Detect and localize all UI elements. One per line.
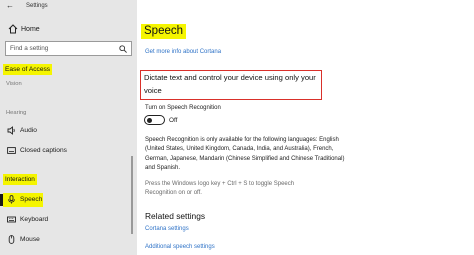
toggle-knob [147, 117, 152, 123]
availability-note: Speech Recognition is only available for… [145, 137, 345, 171]
shortcut-hint: Press the Windows logo key + Ctrl + S to… [145, 181, 295, 197]
title-bar: ← Settings [0, 0, 137, 12]
sidebar-item-speech[interactable]: Speech [0, 193, 137, 207]
sidebar-item-label: Closed captions [20, 147, 67, 154]
sidebar-item-label: Speech [20, 196, 43, 203]
sidebar: ← Settings Home Find a setting Ease of A… [0, 0, 137, 255]
sidebar-item-label: Keyboard [20, 216, 49, 223]
category-hearing: Hearing [6, 110, 27, 116]
sidebar-scrollbar[interactable] [131, 156, 133, 234]
sidebar-item-keyboard[interactable]: Keyboard [0, 213, 137, 227]
search-placeholder: Find a setting [10, 45, 49, 52]
speaker-icon [7, 126, 15, 135]
sidebar-item-closed-captions[interactable]: Closed captions [0, 144, 137, 158]
search-icon[interactable] [119, 45, 127, 53]
speech-recognition-toggle-label: Turn on Speech Recognition [145, 105, 221, 111]
keyboard-icon [7, 216, 16, 223]
related-settings-heading: Related settings [145, 211, 206, 221]
sidebar-item-audio[interactable]: Audio [0, 124, 137, 138]
cortana-settings-link[interactable]: Cortana settings [145, 225, 189, 234]
speech-recognition-toggle[interactable] [144, 115, 165, 125]
cortana-info-link[interactable]: Get more info about Cortana [145, 48, 221, 57]
back-button[interactable]: ← [6, 0, 14, 11]
search-input[interactable]: Find a setting [5, 41, 132, 56]
selected-indicator [0, 194, 3, 206]
sidebar-item-label: Audio [20, 127, 37, 134]
sidebar-item-label: Mouse [20, 236, 40, 243]
mouse-icon [8, 235, 15, 244]
toggle-state-text: Off [169, 117, 178, 124]
microphone-icon [8, 195, 15, 204]
dictate-heading-box: Dictate text and control your device usi… [140, 70, 322, 100]
home-label: Home [21, 26, 40, 33]
sidebar-item-mouse[interactable]: Mouse [0, 233, 137, 247]
home-nav-item[interactable]: Home [0, 22, 137, 38]
app-title: Settings [26, 3, 48, 9]
section-title-ease-of-access: Ease of Access [3, 64, 53, 75]
category-vision: Vision [6, 81, 22, 87]
category-interaction: Interaction [3, 174, 37, 185]
section-heading: Dictate text and control your device usi… [144, 73, 316, 95]
page-title: Speech [141, 24, 187, 39]
additional-speech-settings-link[interactable]: Additional speech settings [145, 243, 215, 252]
home-icon [8, 24, 18, 34]
closed-captions-icon [7, 147, 16, 154]
